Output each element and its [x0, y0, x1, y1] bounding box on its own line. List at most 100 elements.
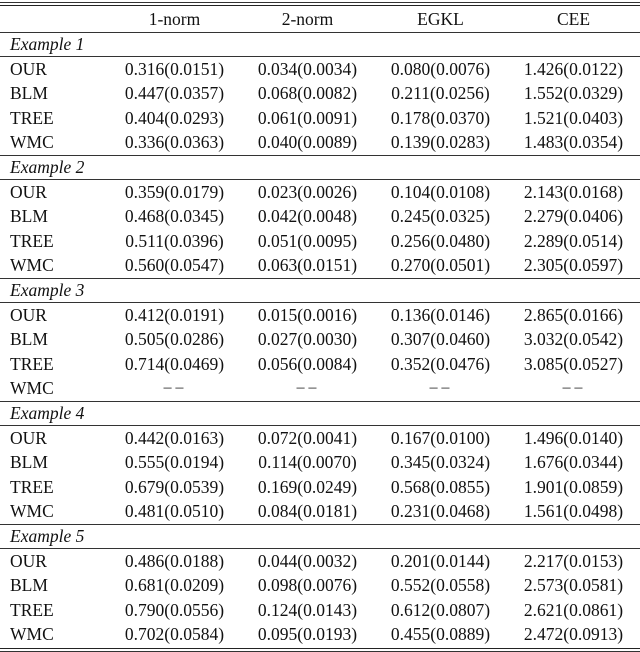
cell-cee: 1.483(0.0354): [523, 132, 624, 153]
cell-egkl: 0.201(0.0144): [390, 550, 491, 571]
table-row: OUR 0.359(0.0179) 0.023(0.0026) 0.104(0.010…: [0, 180, 640, 205]
cell-1-norm: 0.555(0.0194): [124, 452, 225, 473]
method-label: TREE: [10, 353, 54, 374]
cell-cee: 2.289(0.0514): [523, 230, 624, 251]
cell-egkl: 0.080(0.0076): [390, 58, 491, 79]
cell-1-norm: 0.447(0.0357): [124, 83, 225, 104]
cell-1-norm: 0.442(0.0163): [124, 427, 225, 448]
bottom-rule: [0, 648, 640, 649]
table-row: BLM 0.447(0.0357) 0.068(0.0082) 0.211(0.025…: [0, 82, 640, 107]
table-row: OUR 0.486(0.0188) 0.044(0.0032) 0.201(0.014…: [0, 549, 640, 574]
cell-cee: 2.279(0.0406): [523, 206, 624, 227]
table-row: WMC 0.702(0.0584) 0.095(0.0193) 0.455(0.088…: [0, 623, 640, 648]
cell-1-norm: 0.560(0.0547): [124, 255, 225, 276]
cell-2-norm: 0.056(0.0084): [257, 353, 358, 374]
cell-egkl: 0.211(0.0256): [391, 83, 490, 104]
section-header-row: Example 2: [0, 155, 640, 180]
header-cell-egkl: EGKL: [374, 6, 507, 33]
header-row: 1-norm 2-norm EGKL CEE: [0, 6, 640, 33]
cell-1-norm: 0.404(0.0293): [124, 107, 225, 128]
cell-egkl: 0.612(0.0807): [390, 599, 491, 620]
top-rule: [0, 2, 640, 3]
cell-cee: 1.561(0.0498): [523, 501, 624, 522]
section-title: Example 2: [0, 155, 640, 180]
method-label: BLM: [10, 83, 48, 104]
cell-egkl: 0.568(0.0855): [390, 476, 491, 497]
cell-cee: 2.143(0.0168): [523, 181, 624, 202]
cell-cee: 1.676(0.0344): [523, 452, 624, 473]
cell-1-norm: 0.486(0.0188): [124, 550, 225, 571]
cell-cee: 1.552(0.0329): [523, 83, 624, 104]
cell-2-norm: 0.042(0.0048): [257, 206, 358, 227]
table-row: TREE 0.790(0.0556) 0.124(0.0143) 0.612(0.08…: [0, 598, 640, 623]
cell-cee: 3.032(0.0542): [523, 329, 624, 350]
header-cell-2-norm: 2-norm: [241, 6, 374, 33]
cell-2-norm: 0.084(0.0181): [257, 501, 358, 522]
section-header-row: Example 1: [0, 32, 640, 57]
method-label: WMC: [10, 378, 54, 399]
method-label: BLM: [10, 329, 48, 350]
method-label: BLM: [10, 452, 48, 473]
table-row: WMC 0.560(0.0547) 0.063(0.0151) 0.270(0.050…: [0, 254, 640, 279]
method-label: BLM: [10, 575, 48, 596]
method-label: OUR: [10, 550, 47, 571]
cell-2-norm: 0.068(0.0082): [257, 83, 358, 104]
method-label: WMC: [10, 624, 54, 645]
cell-2-norm: 0.169(0.0249): [257, 476, 358, 497]
table-row: WMC −− −− −− −−: [0, 377, 640, 402]
cell-2-norm: 0.034(0.0034): [257, 58, 358, 79]
cell-1-norm: 0.681(0.0209): [124, 575, 225, 596]
cell-1-norm: 0.679(0.0539): [124, 476, 225, 497]
table-row: OUR 0.442(0.0163) 0.072(0.0041) 0.167(0.010…: [0, 426, 640, 451]
section-header-row: Example 4: [0, 401, 640, 426]
section-header-row: Example 5: [0, 524, 640, 549]
method-label: WMC: [10, 132, 54, 153]
cell-1-norm: 0.511(0.0396): [125, 230, 224, 251]
method-label: TREE: [10, 599, 54, 620]
table-row: TREE 0.404(0.0293) 0.061(0.0091) 0.178(0.03…: [0, 106, 640, 131]
cell-2-norm: 0.063(0.0151): [257, 255, 358, 276]
table-row: BLM 0.681(0.0209) 0.098(0.0076) 0.552(0.055…: [0, 574, 640, 599]
cell-2-norm: 0.051(0.0095): [257, 230, 358, 251]
cell-egkl: 0.352(0.0476): [390, 353, 491, 374]
cell-2-norm: 0.124(0.0143): [257, 599, 358, 620]
method-label: OUR: [10, 304, 47, 325]
section-header-row: Example 3: [0, 278, 640, 303]
header-cell-1-norm: 1-norm: [108, 6, 241, 33]
table-row: TREE 0.714(0.0469) 0.056(0.0084) 0.352(0.04…: [0, 352, 640, 377]
cell-2-norm: 0.023(0.0026): [257, 181, 358, 202]
header-cell-cee: CEE: [507, 6, 640, 33]
table-row: OUR 0.412(0.0191) 0.015(0.0016) 0.136(0.014…: [0, 303, 640, 328]
cell-cee: 1.521(0.0403): [523, 107, 624, 128]
cell-1-norm: 0.481(0.0510): [124, 501, 225, 522]
cell-2-norm: 0.095(0.0193): [257, 624, 358, 645]
table-row: TREE 0.511(0.0396) 0.051(0.0095) 0.256(0.04…: [0, 229, 640, 254]
cell-cee: 1.496(0.0140): [523, 427, 624, 448]
cell-2-norm: 0.040(0.0089): [257, 132, 358, 153]
cell-egkl: 0.136(0.0146): [390, 304, 491, 325]
section-title: Example 4: [0, 401, 640, 426]
cell-cee: −−: [561, 378, 586, 399]
cell-2-norm: 0.015(0.0016): [257, 304, 358, 325]
table-row: BLM 0.468(0.0345) 0.042(0.0048) 0.245(0.032…: [0, 205, 640, 230]
cell-2-norm: 0.044(0.0032): [257, 550, 358, 571]
table-row: BLM 0.555(0.0194) 0.114(0.0070) 0.345(0.032…: [0, 451, 640, 476]
cell-cee: 2.217(0.0153): [523, 550, 624, 571]
section-title: Example 3: [0, 278, 640, 303]
method-label: OUR: [10, 427, 47, 448]
cell-2-norm: 0.072(0.0041): [257, 427, 358, 448]
method-label: TREE: [10, 230, 54, 251]
method-label: OUR: [10, 181, 47, 202]
cell-egkl: 0.455(0.0889): [390, 624, 491, 645]
cell-1-norm: 0.790(0.0556): [124, 599, 225, 620]
results-table-container: 1-norm 2-norm EGKL CEE Example 1 OUR 0.316…: [0, 0, 640, 652]
cell-1-norm: 0.359(0.0179): [124, 181, 225, 202]
cell-egkl: 0.256(0.0480): [390, 230, 491, 251]
cell-cee: 2.621(0.0861): [523, 599, 624, 620]
table-row: OUR 0.316(0.0151) 0.034(0.0034) 0.080(0.007…: [0, 57, 640, 82]
method-label: OUR: [10, 58, 47, 79]
cell-cee: 2.305(0.0597): [523, 255, 624, 276]
cell-1-norm: 0.336(0.0363): [124, 132, 225, 153]
method-label: WMC: [10, 501, 54, 522]
cell-cee: 2.865(0.0166): [523, 304, 624, 325]
